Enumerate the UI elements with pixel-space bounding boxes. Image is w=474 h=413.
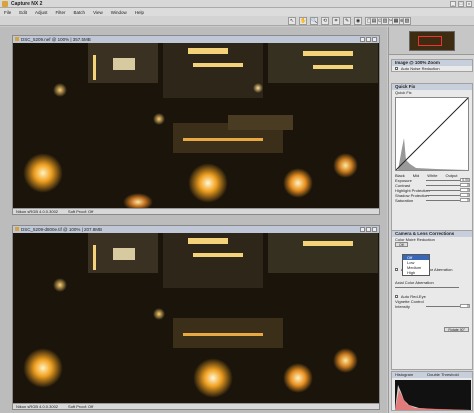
histogram-graph (395, 380, 471, 410)
window-minimize-button[interactable] (360, 227, 365, 232)
navigator-thumbnail[interactable] (409, 31, 455, 51)
app-title: Capture NX 2 (11, 1, 43, 7)
layout-browser-icon[interactable]: ▤ (370, 17, 378, 25)
layout-editor-icon[interactable]: ▥ (381, 17, 389, 25)
camera-lens-section: Camera & Lens Corrections Color Moiré Re… (391, 230, 473, 370)
noise-reduction-checkbox[interactable] (395, 67, 398, 71)
straighten-tool-icon[interactable]: ⌗ (332, 17, 340, 25)
menu-window[interactable]: Window (111, 10, 127, 15)
close-button[interactable]: × (466, 1, 472, 7)
histogram-label: Histogram (395, 372, 414, 377)
layout-full-icon[interactable]: ▧ (403, 17, 411, 25)
saturation-slider[interactable]: Saturation 0 (392, 198, 472, 203)
auto-ca-checkbox[interactable] (395, 268, 398, 272)
image-window-title[interactable]: DSC_5209.nef @ 100% | 357.5MB (13, 36, 379, 43)
dropdown-option-high[interactable]: High (403, 270, 429, 275)
rotate-tool-icon[interactable]: ⟲ (321, 17, 329, 25)
photo-canvas[interactable] (13, 43, 379, 208)
zoom-tool-icon[interactable]: 🔍 (310, 17, 318, 25)
maximize-button[interactable]: □ (458, 1, 464, 7)
levels-curve-graph[interactable] (395, 97, 469, 171)
image-window-title[interactable]: DSC_5209-d800e.tif @ 100% | 207.8MB (13, 226, 379, 233)
brush-tool-icon[interactable]: ✎ (343, 17, 351, 25)
app-icon (2, 1, 8, 7)
menu-view[interactable]: View (93, 10, 103, 15)
navigation-palette (389, 27, 474, 55)
color-moire-select[interactable]: Off (395, 242, 408, 247)
layout-multi-icon[interactable]: ▦ (392, 17, 400, 25)
vignette-intensity-slider[interactable]: Intensity 0 (392, 304, 472, 309)
image-window-2[interactable]: DSC_5209-d800e.tif @ 100% | 207.8MB Niko… (12, 225, 380, 410)
workspace: DSC_5209.nef @ 100% | 357.5MB Nikon sRGB… (0, 27, 387, 413)
menu-file[interactable]: File (4, 10, 11, 15)
window-close-button[interactable] (372, 227, 377, 232)
file-icon (15, 37, 19, 41)
color-moire-dropdown[interactable]: Off Low Medium High (402, 254, 430, 276)
quick-fix-section: Quick Fix Quick Fix Black Mid White Outp… (391, 83, 473, 238)
menu-batch[interactable]: Batch (74, 10, 86, 15)
menu-bar: File Edit Adjust Filter Batch View Windo… (0, 8, 474, 16)
file-icon (15, 227, 19, 231)
auto-red-eye-checkbox[interactable] (395, 295, 398, 299)
quick-fix-sub: Quick Fix (395, 90, 412, 95)
image-window-1[interactable]: DSC_5209.nef @ 100% | 357.5MB Nikon sRGB… (12, 35, 380, 215)
hand-tool-icon[interactable]: ✋ (299, 17, 307, 25)
histogram-palette: Histogram Double Threshold (391, 371, 473, 411)
menu-edit[interactable]: Edit (19, 10, 27, 15)
minimize-button[interactable]: _ (450, 1, 456, 7)
window-close-button[interactable] (372, 37, 377, 42)
photo-canvas[interactable] (13, 233, 379, 403)
axial-ca-slider[interactable] (392, 285, 472, 290)
menu-filter[interactable]: Filter (56, 10, 66, 15)
red-eye-tool-icon[interactable]: ◉ (354, 17, 362, 25)
noise-reduction-label: Auto Noise Reduction (400, 66, 440, 71)
menu-help[interactable]: Help (135, 10, 144, 15)
title-bar: Capture NX 2 _ □ × (0, 0, 474, 8)
navigator-viewport[interactable] (418, 36, 442, 46)
window-minimize-button[interactable] (360, 37, 365, 42)
window-maximize-button[interactable] (366, 37, 371, 42)
rotate-button[interactable]: Rotate 90° (444, 327, 469, 332)
image-section: Image @ 100% Zoom Auto Noise Reduction (391, 59, 473, 72)
curve-svg (395, 97, 469, 171)
histogram-mode[interactable]: Double Threshold (427, 372, 459, 378)
edit-list-panel: Image @ 100% Zoom Auto Noise Reduction Q… (388, 27, 474, 413)
menu-adjust[interactable]: Adjust (35, 10, 48, 15)
window-maximize-button[interactable] (366, 227, 371, 232)
image-window-status: Nikon sRGB 4.0.0.3002 Soft Proof: Off (13, 403, 379, 409)
image-window-status: Nikon sRGB 4.0.0.3002 Soft Proof: Off (13, 208, 379, 214)
direct-select-tool-icon[interactable]: ↖ (288, 17, 296, 25)
toolbar: ↖ ✋ 🔍 ⟲ ⌗ ✎ ◉ ▢ ⊙ ✂ ⊕ ▤ ▥ ▦ ▧ (0, 16, 474, 26)
